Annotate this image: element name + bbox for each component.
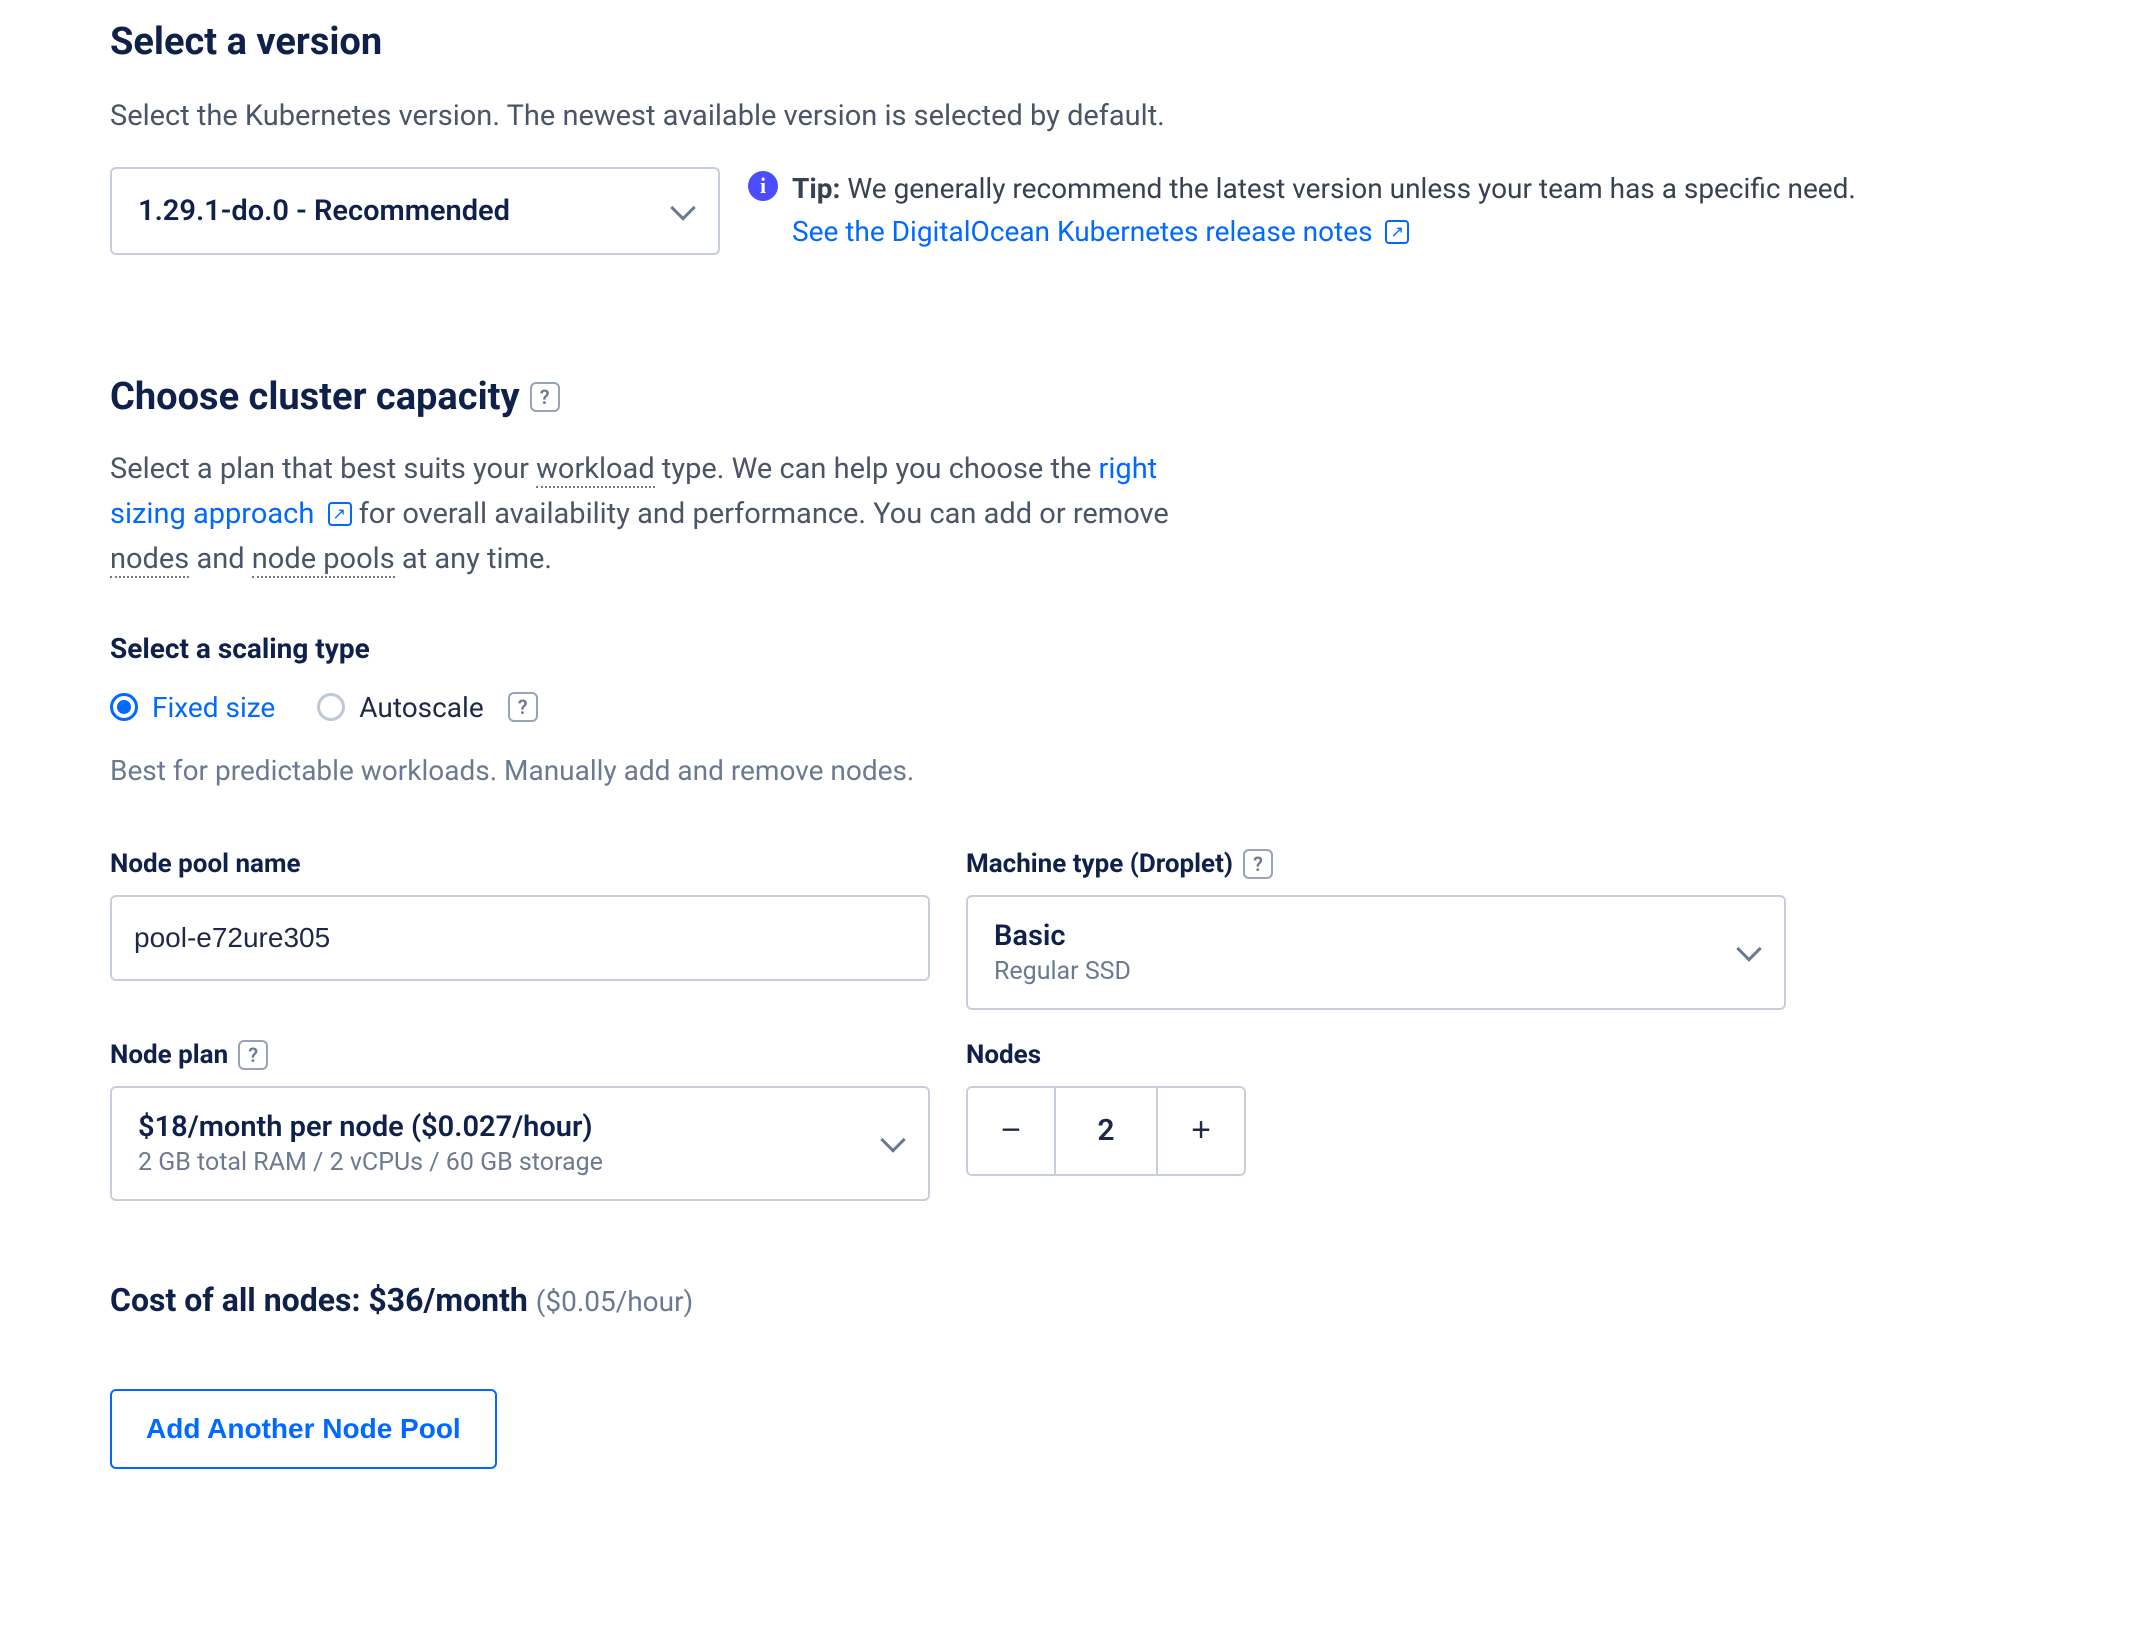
node-plan-label: Node plan ?	[110, 1040, 930, 1070]
cost-summary: Cost of all nodes: $36/month ($0.05/hour…	[110, 1281, 2042, 1319]
help-icon[interactable]: ?	[238, 1040, 268, 1070]
capacity-description: Select a plan that best suits your workl…	[110, 447, 1230, 582]
scaling-fixed-radio[interactable]: Fixed size	[110, 691, 275, 724]
version-heading: Select a version	[110, 20, 2042, 64]
release-notes-link[interactable]: See the DigitalOcean Kubernetes release …	[792, 215, 1409, 248]
help-icon[interactable]: ?	[508, 692, 538, 722]
version-description: Select the Kubernetes version. The newes…	[110, 94, 2042, 139]
external-link-icon	[1385, 220, 1409, 244]
nodes-count-value: 2	[1054, 1088, 1158, 1174]
radio-unselected-icon	[317, 693, 345, 721]
nodes-increment-button[interactable]: +	[1158, 1088, 1244, 1174]
help-icon[interactable]: ?	[1243, 849, 1273, 879]
version-select[interactable]: 1.29.1-do.0 - Recommended	[110, 167, 720, 255]
version-selected-value: 1.29.1-do.0 - Recommended	[138, 194, 510, 228]
capacity-heading: Choose cluster capacity ?	[110, 375, 2042, 419]
tip-label: Tip:	[792, 172, 840, 205]
add-node-pool-button[interactable]: Add Another Node Pool	[110, 1389, 497, 1469]
scaling-type-label: Select a scaling type	[110, 632, 2042, 665]
machine-type-select[interactable]: Basic Regular SSD	[966, 895, 1786, 1010]
nodes-stepper: − 2 +	[966, 1086, 1246, 1176]
node-plan-select[interactable]: $18/month per node ($0.027/hour) 2 GB to…	[110, 1086, 930, 1201]
radio-selected-icon	[110, 693, 138, 721]
scaling-note: Best for predictable workloads. Manually…	[110, 754, 2042, 787]
chevron-down-icon	[880, 1128, 905, 1153]
machine-type-label: Machine type (Droplet) ?	[966, 849, 1786, 879]
nodes-decrement-button[interactable]: −	[968, 1088, 1054, 1174]
info-icon: i	[748, 171, 778, 201]
help-icon[interactable]: ?	[530, 382, 560, 412]
workload-term[interactable]: workload	[536, 452, 655, 488]
chevron-down-icon	[670, 195, 695, 220]
chevron-down-icon	[1736, 937, 1761, 962]
tip-text: We generally recommend the latest versio…	[847, 172, 1855, 205]
nodes-term[interactable]: nodes	[110, 542, 189, 578]
nodepools-term[interactable]: node pools	[252, 542, 395, 578]
nodepool-name-label: Node pool name	[110, 849, 930, 879]
nodepool-name-input[interactable]	[110, 895, 930, 981]
scaling-autoscale-radio[interactable]: Autoscale ?	[317, 691, 537, 724]
external-link-icon	[328, 502, 352, 526]
nodes-count-label: Nodes	[966, 1040, 1786, 1070]
version-tip: i Tip: We generally recommend the latest…	[748, 167, 2042, 254]
